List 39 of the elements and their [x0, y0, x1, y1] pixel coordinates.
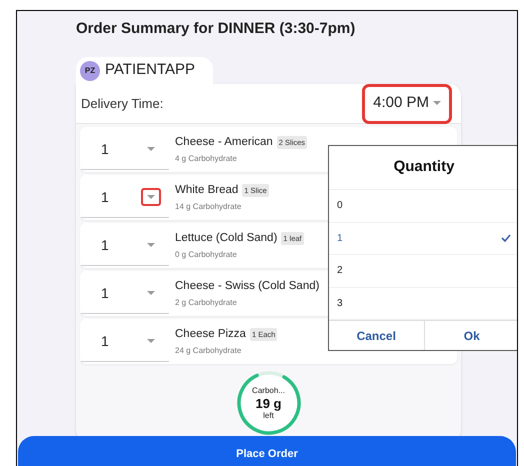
carb-ring	[236, 370, 302, 436]
food-name: Cheese Pizza	[175, 326, 246, 342]
caret-icon	[147, 146, 155, 152]
food-name: Cheese - American	[175, 134, 273, 150]
quantity-select[interactable]: 1	[81, 130, 169, 170]
quantity-option[interactable]: 2	[329, 255, 517, 288]
caret-icon	[147, 194, 155, 200]
check-icon	[501, 234, 511, 242]
quantity-option[interactable]: 1	[329, 222, 517, 255]
dialog-button[interactable]: Cancel	[329, 321, 424, 350]
caret-icon	[147, 338, 155, 344]
quantity-option[interactable]: 3	[329, 288, 517, 320]
carb-amount: 2 g Carbohydrate	[175, 297, 238, 310]
quantity-select[interactable]: 1	[81, 226, 169, 266]
carb-amount: 24 g Carbohydrate	[175, 345, 242, 358]
avatar: PZ	[80, 60, 100, 80]
account-name: PATIENTAPP	[105, 60, 196, 80]
delivery-label: Delivery Time:	[81, 94, 164, 113]
place-order-button[interactable]: Place Order	[18, 436, 516, 466]
meter-caption: left	[263, 410, 274, 420]
dialog-title: Quantity	[329, 146, 517, 190]
carb-amount: 0 g Carbohydrate	[175, 249, 238, 262]
meter-amount: 19 g	[255, 396, 282, 410]
quantity-option[interactable]: 0	[329, 190, 517, 222]
food-name: White Bread	[175, 182, 238, 198]
quantity-select[interactable]: 1	[81, 322, 169, 362]
quantity-select[interactable]: 1	[81, 178, 169, 218]
carb-amount: 14 g Carbohydrate	[175, 201, 242, 214]
food-name: Lettuce (Cold Sand)	[175, 230, 278, 246]
page-title: Order Summary for DINNER (3:30-7pm)	[76, 19, 356, 39]
food-name: Cheese - Swiss (Cold Sand)	[175, 278, 320, 294]
caret-icon	[147, 290, 155, 296]
delivery-time-dropdown[interactable]: 4:00 PM	[365, 86, 449, 120]
carb-amount: 4 g Carbohydrate	[175, 153, 238, 166]
caret-icon	[433, 101, 441, 106]
dialog-button[interactable]: Ok	[424, 321, 517, 350]
quantity-select[interactable]: 1	[81, 274, 169, 314]
caret-icon	[147, 242, 155, 248]
meter-label: Carboh...	[252, 386, 285, 396]
